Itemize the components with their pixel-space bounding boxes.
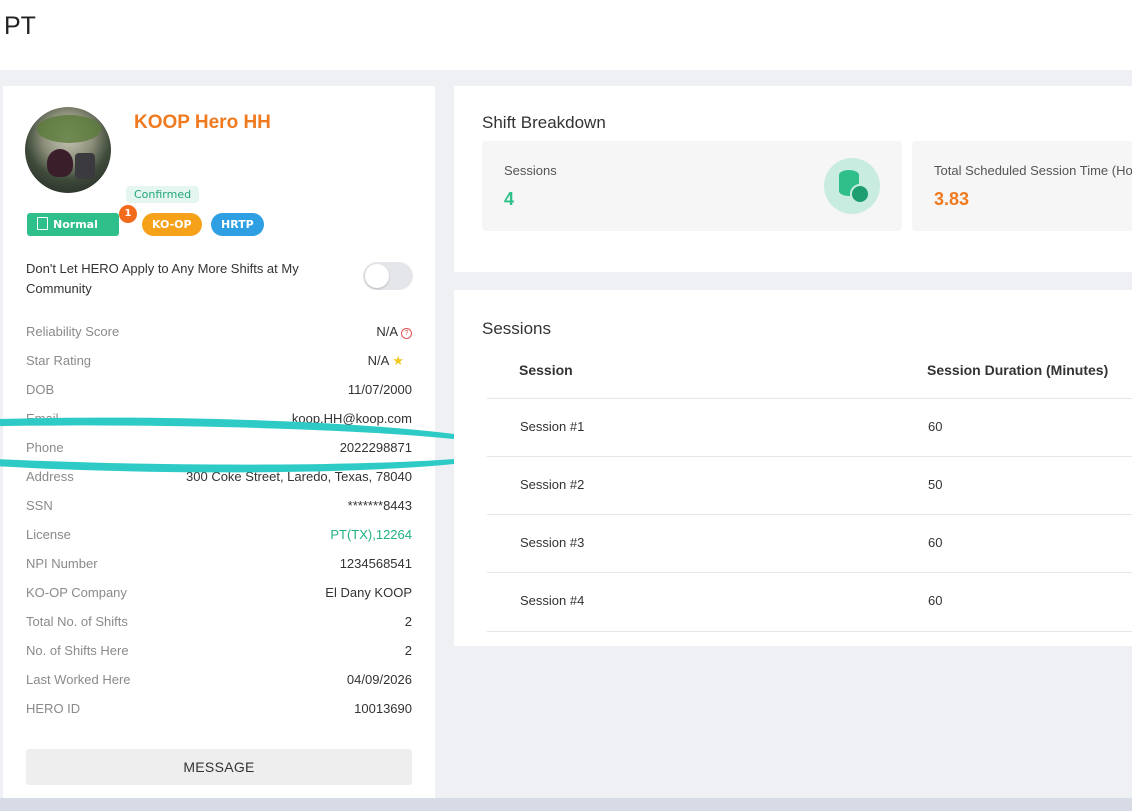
star-rating-row: Star Rating N/A ★ — [26, 353, 412, 373]
field-value: *******8443 — [347, 498, 412, 513]
database-chart-icon — [824, 158, 880, 214]
table-row[interactable]: Session #3 60 — [487, 514, 1132, 573]
field-label: NPI Number — [26, 556, 98, 571]
session-duration: 60 — [928, 593, 943, 608]
session-name: Session #2 — [520, 477, 585, 492]
phone-highlight-annotation — [0, 413, 513, 477]
field-value: 2 — [404, 614, 412, 629]
top-bar: PT — [0, 0, 1132, 70]
field-label: DOB — [26, 382, 55, 397]
avatar — [25, 107, 111, 193]
field-label: SSN — [26, 498, 53, 513]
npi-row: NPI Number 1234568541 — [26, 556, 412, 576]
table-row[interactable]: Session #1 60 — [487, 398, 1132, 457]
total-time-stat-value: 3.83 — [934, 189, 970, 209]
field-value: 1234568541 — [339, 556, 412, 571]
session-name: Session #3 — [520, 535, 585, 550]
sessions-stat-label: Sessions — [504, 163, 557, 178]
last-worked-row: Last Worked Here 04/09/2026 — [26, 672, 412, 692]
normal-doc-tag[interactable]: Normal Doc — [27, 213, 119, 254]
apply-restriction-toggle[interactable] — [363, 262, 413, 290]
field-value: El Dany KOOP — [325, 585, 412, 600]
sessions-stat: Sessions 4 — [482, 141, 902, 231]
hero-id-row: HERO ID 10013690 — [26, 701, 412, 721]
field-value: 10013690 — [354, 701, 412, 716]
page-title: PT — [4, 12, 36, 40]
field-value: 11/07/2000 — [347, 382, 412, 397]
notification-count-badge: 1 — [119, 205, 137, 223]
sessions-title: Sessions — [482, 319, 551, 338]
field-label: No. of Shifts Here — [26, 643, 129, 658]
field-value: 2 — [404, 643, 412, 658]
total-shifts-row: Total No. of Shifts 2 — [26, 614, 412, 634]
license-row: License PT(TX),12264 — [26, 527, 412, 547]
status-badge: Confirmed — [126, 186, 200, 203]
field-label: License — [26, 527, 71, 542]
license-link[interactable]: PT(TX),12264 — [330, 527, 412, 542]
session-name: Session #4 — [520, 593, 585, 608]
profile-name: KOOP Hero HH — [134, 112, 271, 133]
koop-company-row: KO-OP Company El Dany KOOP — [26, 585, 412, 605]
os-taskbar — [0, 798, 1132, 811]
sessions-card: Sessions Session Session Duration (Minut… — [454, 290, 1132, 646]
column-header-duration[interactable]: Session Duration (Minutes) — [927, 362, 1108, 378]
table-row[interactable]: Session #2 50 — [487, 456, 1132, 515]
column-header-session[interactable]: Session — [519, 362, 573, 378]
session-duration: 50 — [928, 477, 943, 492]
total-time-stat-label: Total Scheduled Session Time (Hours) — [934, 163, 1132, 178]
document-icon — [37, 217, 48, 230]
star-icon: ★ — [392, 353, 404, 368]
session-name: Session #1 — [520, 419, 585, 434]
session-duration: 60 — [928, 419, 943, 434]
field-label: HERO ID — [26, 701, 81, 716]
ssn-row: SSN *******8443 — [26, 498, 412, 518]
hrtp-tag: HRTP — [211, 213, 264, 236]
field-label: Last Worked Here — [26, 672, 131, 687]
shifts-here-row: No. of Shifts Here 2 — [26, 643, 412, 663]
reliability-score-row: Reliability Score N/A? — [26, 324, 412, 344]
table-row[interactable]: Session #4 60 — [487, 572, 1132, 632]
field-label: Total No. of Shifts — [26, 614, 128, 629]
field-value: 04/09/2026 — [346, 672, 412, 687]
sessions-stat-value: 4 — [504, 189, 515, 209]
session-duration: 60 — [928, 535, 943, 550]
dob-row: DOB 11/07/2000 — [26, 382, 412, 402]
field-label: Star Rating — [26, 353, 92, 368]
field-value: N/A? — [376, 324, 412, 339]
field-label: Reliability Score — [26, 324, 120, 339]
field-value: N/A ★ — [367, 353, 404, 368]
shift-breakdown-card: Shift Breakdown Sessions 4 Total Schedul… — [454, 86, 1132, 272]
field-label: Address — [26, 469, 74, 484]
apply-restriction-label: Don't Let HERO Apply to Any More Shifts … — [26, 261, 299, 296]
shift-breakdown-title: Shift Breakdown — [482, 113, 606, 132]
question-icon[interactable]: ? — [401, 328, 412, 339]
message-button[interactable]: MESSAGE — [26, 749, 412, 785]
toggle-knob — [365, 264, 389, 288]
koop-tag: KO-OP — [142, 213, 202, 236]
field-label: KO-OP Company — [26, 585, 127, 600]
total-time-stat: Total Scheduled Session Time (Hours) 3.8… — [912, 141, 1132, 231]
